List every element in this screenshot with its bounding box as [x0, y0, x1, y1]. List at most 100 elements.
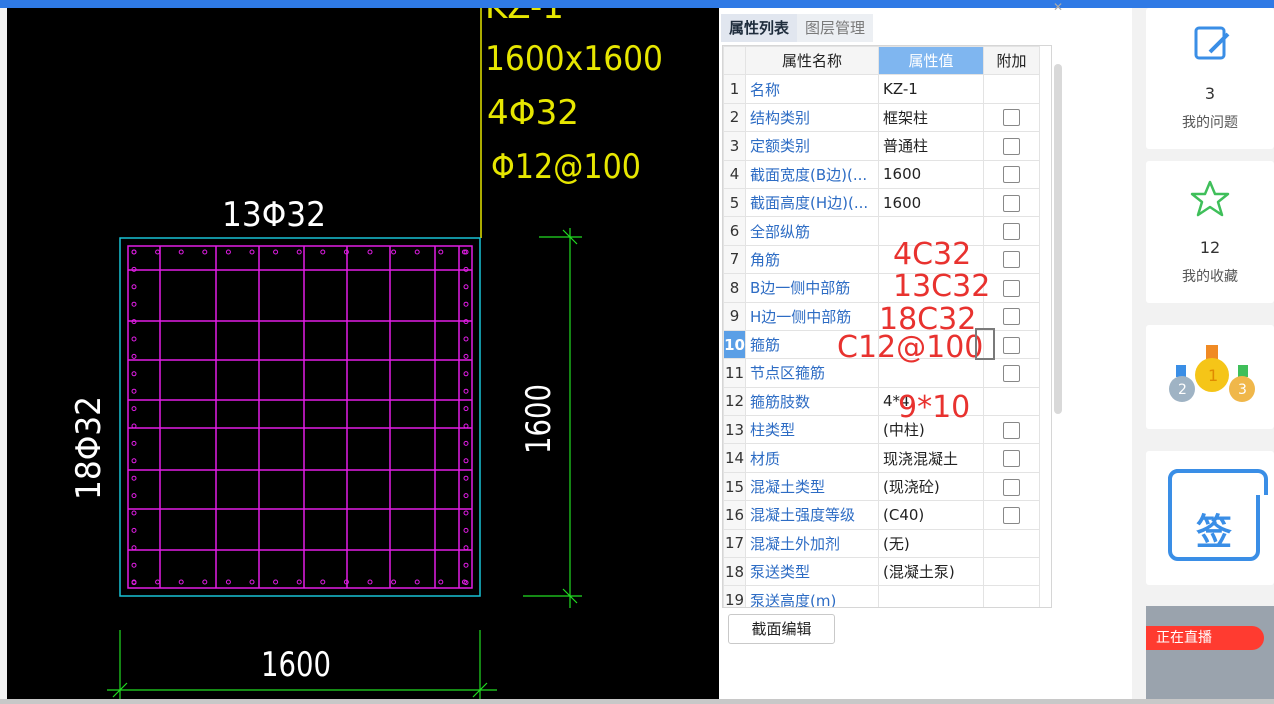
property-value[interactable]: 1600	[878, 187, 984, 218]
property-row[interactable]: 15 混凝土类型 (现浇砼)	[723, 471, 1040, 502]
property-add-cell[interactable]	[983, 557, 1040, 587]
property-name[interactable]: 截面宽度(B边)(...	[745, 159, 879, 189]
property-add-cell[interactable]	[983, 131, 1040, 161]
row-number: 19	[723, 585, 746, 607]
property-row[interactable]: 7 角筋	[723, 244, 1040, 275]
property-name[interactable]: 结构类别	[745, 102, 879, 133]
property-row[interactable]: 6 全部纵筋	[723, 216, 1040, 246]
add-checkbox[interactable]	[1003, 137, 1020, 155]
add-checkbox[interactable]	[1003, 308, 1020, 326]
property-add-cell[interactable]	[983, 102, 1040, 133]
property-add-cell[interactable]	[983, 216, 1040, 246]
property-row[interactable]: 19 泵送高度(m)	[723, 585, 1040, 607]
property-name[interactable]: 名称	[745, 74, 879, 104]
property-name[interactable]: 材质	[745, 443, 879, 473]
add-checkbox[interactable]	[1003, 506, 1020, 524]
property-add-cell[interactable]	[983, 585, 1040, 607]
property-value[interactable]: (现浇砼)	[878, 471, 984, 502]
property-row[interactable]: 4 截面宽度(B边)(... 1600	[723, 159, 1040, 189]
my-favorites-card[interactable]: 12 我的收藏	[1146, 161, 1274, 303]
property-row[interactable]: 3 定额类别 普通柱	[723, 131, 1040, 161]
property-value[interactable]: 1600	[878, 159, 984, 189]
add-checkbox[interactable]	[1003, 421, 1020, 439]
property-name[interactable]: 泵送类型	[745, 557, 879, 587]
property-name[interactable]: 箍筋肢数	[745, 386, 879, 417]
property-name[interactable]: 混凝土外加剂	[745, 528, 879, 559]
add-checkbox[interactable]	[1003, 194, 1020, 212]
bottom-bar	[0, 699, 1274, 704]
property-add-cell[interactable]	[983, 273, 1040, 303]
property-add-cell[interactable]	[983, 471, 1040, 502]
cad-drawing-canvas[interactable]: KZ-1 1600x1600 4Φ32 Φ12@100 13Φ32 18Φ32 …	[7, 8, 719, 699]
property-value[interactable]: KZ-1	[878, 74, 984, 104]
property-add-cell[interactable]	[983, 301, 1040, 331]
property-name[interactable]: H边一侧中部筋	[745, 301, 879, 331]
property-add-cell[interactable]	[983, 244, 1040, 275]
tab-layers[interactable]: 图层管理	[797, 14, 874, 42]
property-row[interactable]: 1 名称 KZ-1	[723, 74, 1040, 104]
sign-in-card[interactable]: 签	[1146, 451, 1274, 585]
property-name[interactable]: 混凝土类型	[745, 471, 879, 502]
add-checkbox[interactable]	[1003, 109, 1020, 127]
add-checkbox[interactable]	[1003, 450, 1020, 468]
property-value[interactable]: 现浇混凝土	[878, 443, 984, 473]
property-add-cell[interactable]	[983, 443, 1040, 473]
property-row[interactable]: 13 柱类型 (中柱)	[723, 415, 1040, 445]
property-row[interactable]: 14 材质 现浇混凝土	[723, 443, 1040, 473]
property-name[interactable]: 全部纵筋	[745, 216, 879, 246]
my-questions-card[interactable]: 3 我的问题	[1146, 8, 1274, 149]
property-row[interactable]: 18 泵送类型 (混凝土泵)	[723, 557, 1040, 587]
property-add-cell[interactable]	[983, 528, 1040, 559]
section-edit-button[interactable]: 截面编辑	[728, 614, 835, 644]
cad-stirrup: Φ12@100	[491, 147, 641, 187]
cad-top-bars: 13Φ32	[222, 195, 326, 235]
property-name[interactable]: 定额类别	[745, 131, 879, 161]
property-name[interactable]: 混凝土强度等级	[745, 500, 879, 530]
row-number: 2	[723, 102, 746, 133]
add-checkbox[interactable]	[1003, 279, 1020, 297]
property-name[interactable]: 柱类型	[745, 415, 879, 445]
live-stream-card[interactable]: 正在直播	[1146, 606, 1274, 699]
property-name[interactable]: B边一侧中部筋	[745, 273, 879, 303]
property-value[interactable]: (混凝土泵)	[878, 557, 984, 587]
medals-card[interactable]: 2 3 1	[1146, 325, 1274, 429]
add-checkbox[interactable]	[1003, 336, 1020, 354]
property-row[interactable]: 12 箍筋肢数 4*4	[723, 386, 1040, 417]
property-value[interactable]: 框架柱	[878, 102, 984, 133]
property-add-cell[interactable]	[983, 386, 1040, 417]
tab-properties[interactable]: 属性列表	[721, 14, 798, 42]
add-checkbox[interactable]	[1003, 478, 1020, 496]
column-header-name[interactable]: 属性名称	[745, 46, 879, 76]
add-checkbox[interactable]	[1003, 364, 1020, 382]
property-add-cell[interactable]	[983, 415, 1040, 445]
property-add-cell[interactable]	[983, 500, 1040, 530]
property-add-cell[interactable]	[983, 74, 1040, 104]
property-add-cell[interactable]	[983, 358, 1040, 388]
add-checkbox[interactable]	[1003, 251, 1020, 269]
close-icon[interactable]: ✕	[1053, 0, 1063, 14]
property-value[interactable]: 普通柱	[878, 131, 984, 161]
questions-label: 我的问题	[1182, 115, 1238, 131]
svg-text:2: 2	[1178, 382, 1187, 398]
property-value[interactable]	[878, 585, 984, 607]
property-add-cell[interactable]	[983, 159, 1040, 189]
property-row[interactable]: 16 混凝土强度等级 (C40)	[723, 500, 1040, 530]
property-name[interactable]: 泵送高度(m)	[745, 585, 879, 607]
property-add-cell[interactable]	[983, 187, 1040, 218]
property-name[interactable]: 角筋	[745, 244, 879, 275]
property-row[interactable]: 17 混凝土外加剂 (无)	[723, 528, 1040, 559]
property-row[interactable]: 2 结构类别 框架柱	[723, 102, 1040, 133]
property-scrollbar[interactable]	[1054, 64, 1062, 414]
column-header-add[interactable]: 附加	[983, 46, 1040, 76]
column-header-value[interactable]: 属性值	[878, 46, 984, 76]
row-number: 9	[723, 301, 746, 331]
add-checkbox[interactable]	[1003, 166, 1020, 184]
selected-cell-frame	[975, 328, 995, 360]
property-row[interactable]: 5 截面高度(H边)(... 1600	[723, 187, 1040, 218]
add-checkbox[interactable]	[1003, 223, 1020, 241]
row-number: 15	[723, 471, 746, 502]
property-row[interactable]: 8 B边一侧中部筋	[723, 273, 1040, 303]
property-value[interactable]: (C40)	[878, 500, 984, 530]
property-value[interactable]: (无)	[878, 528, 984, 559]
property-name[interactable]: 截面高度(H边)(...	[745, 187, 879, 218]
